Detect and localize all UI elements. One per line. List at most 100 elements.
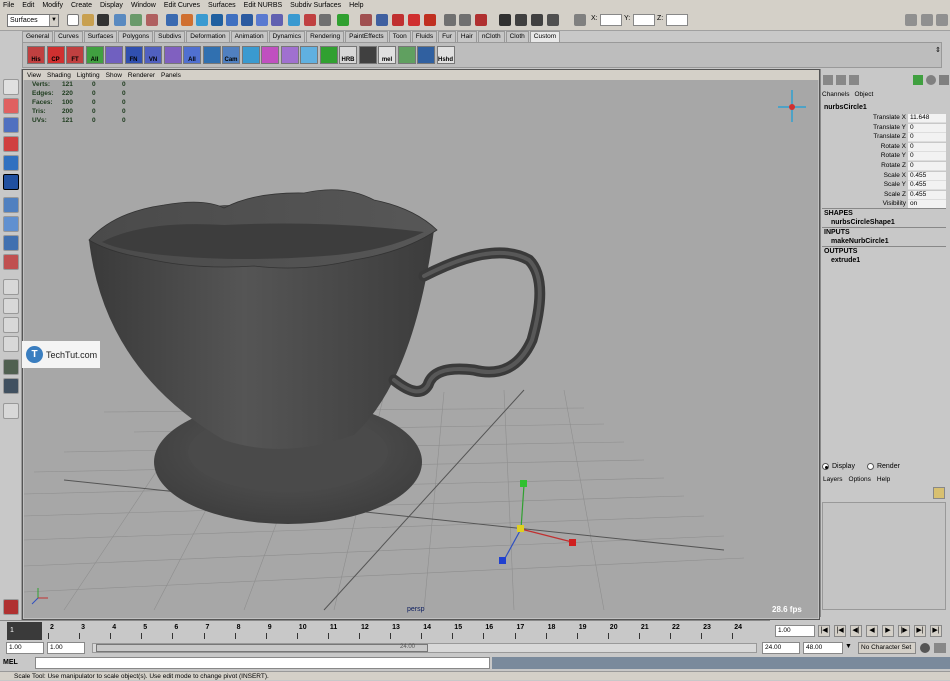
character-set-chevron-icon[interactable]: ▼ bbox=[845, 643, 856, 654]
shelf-tab-general[interactable]: General bbox=[22, 31, 54, 42]
shelf-tab-ncloth[interactable]: nCloth bbox=[477, 31, 505, 42]
snap-to-point-icon[interactable] bbox=[376, 14, 388, 26]
highlight-selection-icon[interactable] bbox=[319, 14, 331, 26]
shelf-button-12-icon[interactable] bbox=[241, 46, 260, 64]
layer-menu-options[interactable]: Options bbox=[849, 476, 871, 483]
current-time-field[interactable]: 1.00 bbox=[775, 625, 815, 637]
attribute-value-field[interactable]: 0 bbox=[908, 142, 946, 152]
shelf-button-3-icon[interactable]: FT bbox=[66, 46, 84, 64]
y-coord-field[interactable] bbox=[633, 14, 655, 26]
shelf-button-13-icon[interactable] bbox=[261, 46, 279, 64]
persp-outliner-layout-icon[interactable] bbox=[3, 317, 19, 333]
input-ops-icon[interactable] bbox=[444, 14, 456, 26]
z-coord-field[interactable] bbox=[666, 14, 688, 26]
snap-to-view-plane-icon[interactable] bbox=[392, 14, 404, 26]
render-globals-icon[interactable] bbox=[547, 14, 559, 26]
shelf-button-22-icon[interactable]: Hshd bbox=[436, 46, 455, 64]
shelf-tab-dynamics[interactable]: Dynamics bbox=[268, 31, 306, 42]
shelf-button-4-icon[interactable]: All bbox=[85, 46, 104, 64]
single-perspective-layout-icon[interactable] bbox=[3, 279, 19, 295]
absolute-transform-icon[interactable] bbox=[574, 14, 586, 26]
end-time-field[interactable]: 48.00 bbox=[803, 642, 843, 654]
step-forward-key-icon[interactable]: ▶| bbox=[914, 625, 926, 637]
attribute-row-rotate-x[interactable]: Rotate X0 bbox=[822, 142, 946, 153]
character-set-dropdown[interactable]: No Character Set bbox=[858, 642, 916, 654]
ipr-render-icon[interactable] bbox=[531, 14, 543, 26]
shelf-tab-deformation[interactable]: Deformation bbox=[186, 31, 230, 42]
attribute-value-field[interactable]: 11.648 bbox=[908, 114, 946, 123]
channel-menu-channels[interactable]: Channels bbox=[822, 91, 849, 98]
mask-joints-icon[interactable] bbox=[181, 14, 193, 26]
channel-box-icon[interactable] bbox=[939, 75, 949, 85]
mask-misc-icon[interactable] bbox=[271, 14, 283, 26]
playback-end-field[interactable]: 24.00 bbox=[762, 642, 800, 654]
layer-menu-help[interactable]: Help bbox=[877, 476, 890, 483]
shelf-scroll-icon[interactable]: ⇕ bbox=[935, 46, 941, 64]
new-layer-icon[interactable] bbox=[933, 487, 945, 499]
shelf-button-21-icon[interactable] bbox=[417, 46, 435, 64]
x-coord-field[interactable] bbox=[600, 14, 622, 26]
attribute-row-rotate-z[interactable]: Rotate Z0 bbox=[822, 162, 946, 172]
panel-menu-show[interactable]: Show bbox=[106, 72, 122, 79]
tool-settings-icon[interactable] bbox=[926, 75, 936, 85]
attribute-value-field[interactable]: 0.455 bbox=[908, 171, 946, 181]
shelf-tab-subdivs[interactable]: Subdivs bbox=[154, 31, 186, 42]
select-tool-icon[interactable] bbox=[3, 79, 19, 95]
panel-menu-view[interactable]: View bbox=[27, 72, 41, 79]
four-view-layout-icon[interactable] bbox=[3, 298, 19, 314]
shelf-tab-painteffects[interactable]: PaintEffects bbox=[345, 31, 388, 42]
shelf-button-8-icon[interactable] bbox=[163, 46, 182, 64]
attribute-value-field[interactable]: 0 bbox=[908, 133, 946, 143]
attribute-row-rotate-y[interactable]: Rotate Y0 bbox=[822, 152, 946, 162]
render-frame-icon[interactable] bbox=[515, 14, 527, 26]
paint-select-tool-icon[interactable] bbox=[3, 117, 19, 133]
selected-object-name[interactable]: nurbsCircle1 bbox=[824, 104, 867, 111]
shelf-button-11-icon[interactable]: Cam bbox=[222, 46, 240, 64]
shelf-button-19-icon[interactable]: mel bbox=[378, 46, 396, 64]
render-layer-radio[interactable] bbox=[866, 463, 874, 470]
menu-create[interactable]: Create bbox=[71, 2, 92, 9]
attribute-editor-toggle-icon[interactable] bbox=[905, 14, 917, 26]
step-back-key-icon[interactable]: |◀ bbox=[834, 625, 846, 637]
current-frame-marker[interactable]: 1 bbox=[7, 622, 42, 640]
panel-menu-renderer[interactable]: Renderer bbox=[128, 72, 155, 79]
panel-menu-lighting[interactable]: Lighting bbox=[77, 72, 100, 79]
attribute-value-field[interactable]: 0 bbox=[908, 162, 946, 171]
shelf-button-16-icon[interactable] bbox=[319, 46, 338, 64]
shelf-button-2-icon[interactable]: CP bbox=[46, 46, 65, 64]
shelf-button-9-icon[interactable]: All bbox=[183, 46, 201, 64]
attribute-row-scale-z[interactable]: Scale Z 0.455 bbox=[822, 190, 946, 201]
auto-key-icon[interactable] bbox=[920, 643, 930, 653]
render-layout-icon[interactable] bbox=[3, 378, 19, 394]
display-layer-radio[interactable] bbox=[822, 463, 829, 470]
persp-graph-layout-icon[interactable] bbox=[3, 336, 19, 352]
shelf-button-7-icon[interactable]: VN bbox=[144, 46, 162, 64]
channel-box-list-icon[interactable] bbox=[823, 75, 833, 85]
channel-box-layer-icon[interactable] bbox=[849, 75, 859, 85]
attribute-value-field[interactable]: 0.455 bbox=[908, 190, 946, 200]
menu-surfaces[interactable]: Surfaces bbox=[208, 2, 236, 9]
hypershade-layout-icon[interactable] bbox=[3, 359, 19, 375]
output-node[interactable]: extrude1 bbox=[831, 257, 860, 264]
shelf-tab-fluids[interactable]: Fluids bbox=[411, 31, 438, 42]
mel-label[interactable]: MEL bbox=[3, 659, 18, 666]
shelf-tab-hair[interactable]: Hair bbox=[456, 31, 477, 42]
mask-handles-icon[interactable] bbox=[288, 14, 300, 26]
play-forward-icon[interactable]: ▶ bbox=[882, 625, 894, 637]
attribute-value-field[interactable]: 0 bbox=[908, 152, 946, 162]
playback-start-field[interactable]: 1.00 bbox=[47, 642, 85, 654]
menu-subdiv-surfaces[interactable]: Subdiv Surfaces bbox=[290, 2, 341, 9]
shelf-button-6-icon[interactable]: FN bbox=[124, 46, 143, 64]
shelf-button-15-icon[interactable] bbox=[300, 46, 318, 64]
lasso-tool-icon[interactable] bbox=[3, 98, 19, 114]
make-live-icon[interactable] bbox=[408, 14, 420, 26]
attribute-row-translate-z[interactable]: Translate Z0 bbox=[822, 133, 946, 143]
panel-menu-shading[interactable]: Shading bbox=[47, 72, 71, 79]
shelf-tab-fur[interactable]: Fur bbox=[438, 31, 456, 42]
tool-settings-toggle-icon[interactable] bbox=[921, 14, 933, 26]
shape-node[interactable]: nurbsCircleShape1 bbox=[831, 219, 895, 226]
layer-list[interactable] bbox=[822, 502, 946, 610]
play-backward-icon[interactable]: ◀ bbox=[866, 625, 878, 637]
menu-file[interactable]: File bbox=[3, 2, 14, 9]
menu-help[interactable]: Help bbox=[349, 2, 363, 9]
